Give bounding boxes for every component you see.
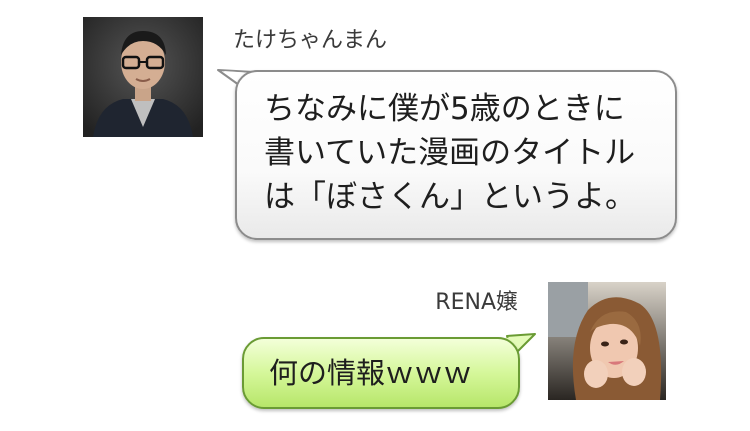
message-text-line: は「ぼさくん」というよ。 — [264, 179, 636, 215]
message-text: 何の情報ｗｗｗ — [269, 356, 473, 390]
message-text-line: 書いていた漫画のタイトル — [264, 135, 636, 171]
sender-name: たけちゃんまん — [233, 28, 388, 53]
message-bubble[interactable]: 何の情報ｗｗｗ — [242, 337, 520, 409]
avatar-takechanman-image — [83, 17, 203, 137]
message-text-line: ちなみに僕が5歳のときに — [264, 91, 625, 127]
sender-name: RENA嬢 — [435, 290, 518, 315]
avatar-rena-image — [548, 282, 666, 400]
avatar-rena[interactable] — [548, 282, 666, 400]
avatar-takechanman[interactable] — [83, 17, 203, 137]
message-bubble[interactable]: ちなみに僕が5歳のときに 書いていた漫画のタイトル は「ぼさくん」というよ。 — [235, 70, 677, 240]
